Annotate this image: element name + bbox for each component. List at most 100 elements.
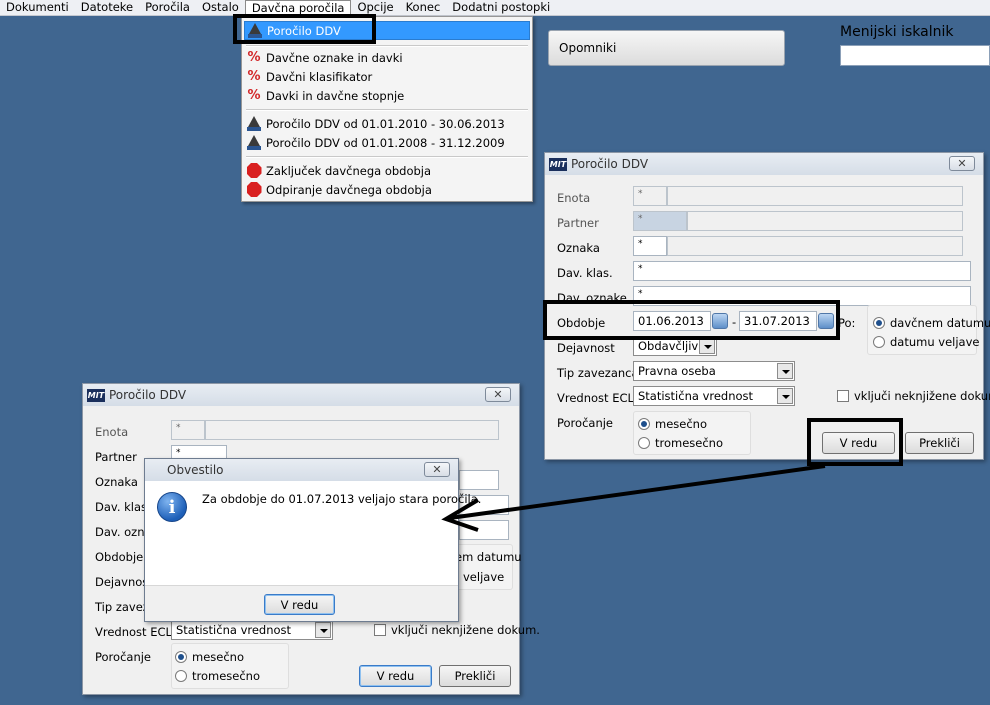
- close-icon[interactable]: ✕: [949, 156, 975, 171]
- app-logo-icon: MIT: [549, 157, 567, 171]
- menu-dodatni-postopki[interactable]: Dodatni postopki: [446, 0, 556, 16]
- stop-icon: [246, 163, 262, 179]
- porocanje-label: Poročanje: [557, 416, 614, 430]
- vrednost-ecl-label: Vrednost ECL: [557, 391, 634, 405]
- oznaka-name-field: [459, 470, 499, 490]
- enota-name-field: [205, 420, 499, 440]
- durs-icon: [247, 23, 263, 39]
- chevron-down-icon: [777, 363, 793, 379]
- dav-klas-label: Dav. klas.: [557, 266, 613, 280]
- date-to-input[interactable]: 31.07.2013: [739, 311, 817, 331]
- vrednost-ecl-label: Vrednost ECL: [95, 625, 172, 639]
- menu-dokumenti[interactable]: Dokumenti: [0, 0, 75, 16]
- message-text: Za obdobje do 01.07.2013 veljajo stara p…: [202, 492, 482, 506]
- menu-davcna-porocila[interactable]: Davčna poročila: [244, 0, 352, 16]
- radio-tromesecno[interactable]: tromesečno: [175, 669, 260, 683]
- menu-opcije[interactable]: Opcije: [351, 0, 399, 16]
- vkljuci-neknjizene-checkbox[interactable]: vključi neknjižene dokum.: [374, 623, 540, 637]
- message-titlebar: Obvestilo ✕: [145, 459, 458, 481]
- enota-label: Enota: [95, 425, 129, 439]
- davcna-porocila-dropdown: Poročilo DDV % Davčne oznake in davki % …: [241, 16, 533, 202]
- radio-veljave-partial: veljave: [463, 570, 505, 584]
- vrednost-ecl-select[interactable]: Statistična vrednost: [171, 620, 333, 640]
- menu-porocila[interactable]: Poročila: [139, 0, 196, 16]
- radio-datumu-veljave[interactable]: datumu veljave: [873, 335, 980, 349]
- cancel-button[interactable]: Prekliči: [905, 432, 974, 454]
- percent-icon: %: [247, 87, 261, 103]
- durs-icon: [246, 116, 262, 132]
- obdobje-label: Obdobje: [95, 550, 144, 564]
- radio-tromesecno[interactable]: tromesečno: [638, 436, 723, 450]
- cancel-button[interactable]: Prekliči: [439, 665, 511, 687]
- search-label: Menijski iskalnik: [840, 24, 954, 40]
- menu-konec[interactable]: Konec: [400, 0, 447, 16]
- partner-label: Partner: [557, 216, 599, 230]
- enota-name-field: [667, 186, 963, 206]
- oznaka-input[interactable]: *: [633, 236, 667, 256]
- vkljuci-neknjizene-checkbox[interactable]: vključi neknjižene dokum.: [837, 389, 990, 403]
- chevron-down-icon: [777, 388, 793, 404]
- menu-item-davcne-oznake[interactable]: % Davčne oznake in davki: [244, 48, 530, 67]
- date-from-input[interactable]: 01.06.2013: [633, 311, 711, 331]
- menu-datoteke[interactable]: Datoteke: [75, 0, 139, 16]
- radio-mesecno[interactable]: mesečno: [638, 417, 707, 431]
- dialog-title: Poročilo DDV: [571, 157, 649, 171]
- menu-item-porocilo-2010-2013[interactable]: Poročilo DDV od 01.01.2010 - 30.06.2013: [244, 114, 530, 133]
- dejavnost-select[interactable]: Obdavčljiva: [633, 336, 717, 356]
- tip-zavezanca-label: Tip zavezanca: [557, 366, 639, 380]
- menu-item-davcni-klasifikator[interactable]: % Davčni klasifikator: [244, 67, 530, 86]
- dav-klas-input[interactable]: *: [633, 261, 971, 281]
- tip-zavezanca-select[interactable]: Pravna oseba: [633, 361, 795, 381]
- close-icon[interactable]: ✕: [485, 387, 511, 402]
- oznaka-label: Oznaka: [557, 241, 600, 255]
- radio-davcnem-partial: em datumu: [455, 550, 522, 564]
- message-ok-button[interactable]: V redu: [264, 594, 335, 615]
- menu-item-porocilo-2008-2009[interactable]: Poročilo DDV od 01.01.2008 - 31.12.2009: [244, 133, 530, 152]
- dav-klas-label: Dav. klas.: [95, 500, 151, 514]
- menu-search-input[interactable]: [840, 45, 990, 66]
- enota-input[interactable]: *: [633, 186, 667, 206]
- partner-label: Partner: [95, 450, 137, 464]
- percent-icon: %: [247, 68, 261, 84]
- calendar-icon[interactable]: [818, 313, 834, 329]
- opomniki-button[interactable]: Opomniki: [548, 30, 785, 66]
- close-icon[interactable]: ✕: [424, 462, 450, 477]
- oznaka-label: Oznaka: [95, 475, 138, 489]
- stop-icon: [246, 182, 262, 198]
- enota-label: Enota: [557, 191, 591, 205]
- app-logo-icon: MIT: [87, 388, 105, 402]
- partner-input[interactable]: *: [633, 211, 687, 231]
- menu-item-zakljucek[interactable]: Zaključek davčnega obdobja: [244, 161, 530, 180]
- dialog-title: Poročilo DDV: [109, 388, 187, 402]
- dav-oznake-label: Dav. oznake: [557, 291, 627, 305]
- ok-button[interactable]: V redu: [359, 665, 432, 687]
- radio-mesecno[interactable]: mesečno: [175, 650, 244, 664]
- info-icon: i: [157, 492, 187, 522]
- obdobje-label: Obdobje: [557, 316, 606, 330]
- dav-oznake-input[interactable]: [459, 520, 509, 540]
- chevron-down-icon: [699, 338, 715, 354]
- date-separator: -: [732, 315, 737, 329]
- message-title: Obvestilo: [167, 463, 224, 477]
- menu-item-odpiranje[interactable]: Odpiranje davčnega obdobja: [244, 180, 530, 199]
- porocanje-label: Poročanje: [95, 650, 152, 664]
- partner-name-field: [687, 211, 963, 231]
- obvestilo-message-box: Obvestilo ✕ i Za obdobje do 01.07.2013 v…: [144, 458, 481, 622]
- chevron-down-icon: [315, 622, 331, 638]
- ok-button[interactable]: V redu: [822, 432, 895, 454]
- percent-icon: %: [247, 49, 261, 65]
- menu-item-porocilo-ddv[interactable]: Poročilo DDV: [244, 21, 530, 40]
- radio-davcnem-datumu[interactable]: davčnem datumu: [873, 316, 990, 330]
- dav-oznake-input[interactable]: *: [633, 286, 971, 306]
- porocilo-ddv-dialog: MIT Poročilo DDV ✕ Enota * Partner * Ozn…: [544, 152, 990, 460]
- dialog-titlebar: MIT Poročilo DDV ✕: [83, 384, 519, 406]
- enota-input[interactable]: *: [171, 420, 205, 440]
- vrednost-ecl-select[interactable]: Statistična vrednost: [633, 386, 795, 406]
- menu-ostalo[interactable]: Ostalo: [196, 0, 245, 16]
- menu-bar: Dokumenti Datoteke Poročila Ostalo Davčn…: [0, 0, 990, 16]
- menu-item-davki-stopnje[interactable]: % Davki in davčne stopnje: [244, 86, 530, 105]
- calendar-icon[interactable]: [712, 313, 728, 329]
- dejavnost-label: Dejavnost: [557, 341, 615, 355]
- po-label: Po:: [838, 316, 856, 330]
- oznaka-name-field: [667, 236, 963, 256]
